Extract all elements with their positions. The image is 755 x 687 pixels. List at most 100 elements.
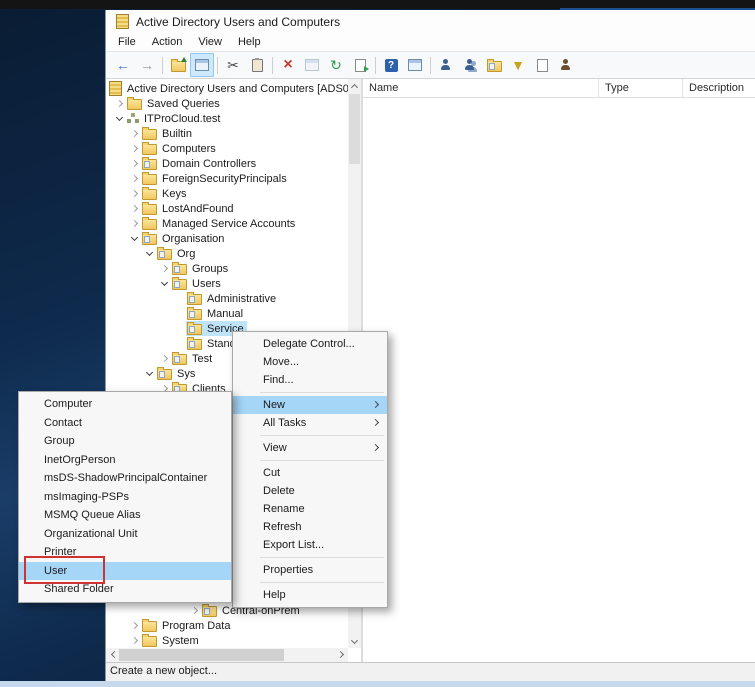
delete-button[interactable]: ×	[276, 53, 300, 77]
chevron-right-icon[interactable]	[189, 603, 201, 618]
tree-item-lostandfound[interactable]: LostAndFound	[106, 201, 361, 216]
menu-item-label: View	[263, 442, 287, 454]
tree-item-builtin[interactable]: Builtin	[106, 126, 361, 141]
menu-view[interactable]: View	[190, 33, 230, 51]
menu-item-computer[interactable]: Computer	[19, 395, 231, 414]
menu-item-msmq-queue-alias[interactable]: MSMQ Queue Alias	[19, 506, 231, 525]
chevron-down-icon[interactable]	[114, 111, 126, 126]
scroll-down-icon[interactable]	[348, 635, 361, 648]
show-console-tree-button[interactable]	[190, 53, 214, 77]
menu-item-properties[interactable]: Properties	[233, 561, 387, 579]
menu-item-move[interactable]: Move...	[233, 353, 387, 371]
tree-item-domain-controllers[interactable]: Domain Controllers	[106, 156, 361, 171]
menu-item-help[interactable]: Help	[233, 586, 387, 604]
new-group-icon	[464, 59, 476, 71]
tree-item-users[interactable]: Users	[106, 276, 361, 291]
menu-help[interactable]: Help	[230, 33, 269, 51]
tree-item-manual[interactable]: Manual	[106, 306, 361, 321]
column-header-description[interactable]: Description	[683, 79, 755, 97]
cut-button[interactable]: ✂	[221, 53, 245, 77]
menu-item-organizational-unit[interactable]: Organizational Unit	[19, 525, 231, 544]
chevron-down-icon[interactable]	[144, 366, 156, 381]
paste-button[interactable]	[245, 53, 269, 77]
tree-item-computers[interactable]: Computers	[106, 141, 361, 156]
chevron-right-icon[interactable]	[114, 96, 126, 111]
menu-item-new[interactable]: New	[233, 396, 387, 414]
horizontal-scroll-thumb[interactable]	[119, 649, 284, 661]
tree-item-groups[interactable]: Groups	[106, 261, 361, 276]
chevron-right-icon[interactable]	[129, 171, 141, 186]
menu-item-label: Computer	[44, 398, 92, 410]
menu-separator	[260, 557, 384, 558]
find-user-button[interactable]	[554, 53, 578, 77]
menu-item-view[interactable]: View	[233, 439, 387, 457]
vertical-scroll-thumb[interactable]	[349, 94, 360, 164]
chevron-down-icon[interactable]	[129, 231, 141, 246]
menu-item-rename[interactable]: Rename	[233, 500, 387, 518]
menu-item-refresh[interactable]: Refresh	[233, 518, 387, 536]
back-button[interactable]: ←	[111, 53, 135, 77]
tree-item-program-data[interactable]: Program Data	[106, 618, 361, 633]
tree-item-saved-queries[interactable]: Saved Queries	[106, 96, 361, 111]
tree-item-org[interactable]: Org	[106, 246, 361, 261]
menu-item-find[interactable]: Find...	[233, 371, 387, 389]
menu-item-group[interactable]: Group	[19, 432, 231, 451]
tree-item-label: LostAndFound	[162, 203, 234, 215]
column-header-name[interactable]: Name	[363, 79, 599, 97]
tree-item-managed-service-accounts[interactable]: Managed Service Accounts	[106, 216, 361, 231]
tree-item-administrative[interactable]: Administrative	[106, 291, 361, 306]
advanced-filter-button[interactable]	[530, 53, 554, 77]
column-header-type[interactable]: Type	[599, 79, 683, 97]
chevron-right-icon[interactable]	[129, 186, 141, 201]
chevron-right-icon[interactable]	[129, 141, 141, 156]
new-ou-button[interactable]	[482, 53, 506, 77]
menu-item-delegate-control[interactable]: Delegate Control...	[233, 335, 387, 353]
tree-item-foreignsecurityprincipals[interactable]: ForeignSecurityPrincipals	[106, 171, 361, 186]
help-button[interactable]: ?	[379, 53, 403, 77]
scroll-left-icon[interactable]	[106, 648, 119, 661]
menu-item-export-list[interactable]: Export List...	[233, 536, 387, 554]
menu-item-msds-shadowprincipalcontainer[interactable]: msDS-ShadowPrincipalContainer	[19, 469, 231, 488]
tree-item-active-directory-users-and-computers-ads01-iti[interactable]: Active Directory Users and Computers [AD…	[106, 81, 361, 96]
chevron-right-icon[interactable]	[129, 156, 141, 171]
tree-item-system[interactable]: System	[106, 633, 361, 648]
tree-item-organisation[interactable]: Organisation	[106, 231, 361, 246]
scroll-up-icon[interactable]	[348, 79, 361, 92]
menu-file[interactable]: File	[110, 33, 144, 51]
menu-item-msimaging-psps[interactable]: msImaging-PSPs	[19, 488, 231, 507]
action-pane-button[interactable]	[403, 53, 427, 77]
title-bar[interactable]: Active Directory Users and Computers	[106, 10, 755, 33]
chevron-right-icon[interactable]	[129, 216, 141, 231]
menu-item-inetorgperson[interactable]: InetOrgPerson	[19, 451, 231, 470]
menu-separator	[260, 392, 384, 393]
tree-item-itprocloud-test[interactable]: ITProCloud.test	[106, 111, 361, 126]
menu-action[interactable]: Action	[144, 33, 191, 51]
menu-item-label: Export List...	[263, 539, 324, 551]
menu-item-delete[interactable]: Delete	[233, 482, 387, 500]
chevron-right-icon[interactable]	[129, 618, 141, 633]
up-one-level-button[interactable]	[166, 53, 190, 77]
chevron-right-icon[interactable]	[159, 261, 171, 276]
new-group-button[interactable]	[458, 53, 482, 77]
chevron-right-icon[interactable]	[129, 126, 141, 141]
tree-item-content: Administrative	[186, 291, 279, 306]
filter-button[interactable]: ▼	[506, 53, 530, 77]
tree-item-label: Computers	[162, 143, 216, 155]
new-user-button[interactable]	[434, 53, 458, 77]
chevron-right-icon[interactable]	[129, 633, 141, 648]
submenu-arrow-icon	[372, 444, 379, 451]
menu-item-label: All Tasks	[263, 417, 306, 429]
menu-item-all-tasks[interactable]: All Tasks	[233, 414, 387, 432]
menu-item-cut[interactable]: Cut	[233, 464, 387, 482]
refresh-button[interactable]: ↻	[324, 53, 348, 77]
tree-horizontal-scrollbar[interactable]	[106, 648, 348, 662]
menu-item-contact[interactable]: Contact	[19, 414, 231, 433]
tree-item-keys[interactable]: Keys	[106, 186, 361, 201]
chevron-down-icon[interactable]	[159, 276, 171, 291]
chevron-right-icon[interactable]	[159, 351, 171, 366]
forward-button[interactable]: →	[135, 53, 159, 77]
export-list-button[interactable]	[348, 53, 372, 77]
scroll-right-icon[interactable]	[335, 648, 348, 661]
chevron-down-icon[interactable]	[144, 246, 156, 261]
chevron-right-icon[interactable]	[129, 201, 141, 216]
